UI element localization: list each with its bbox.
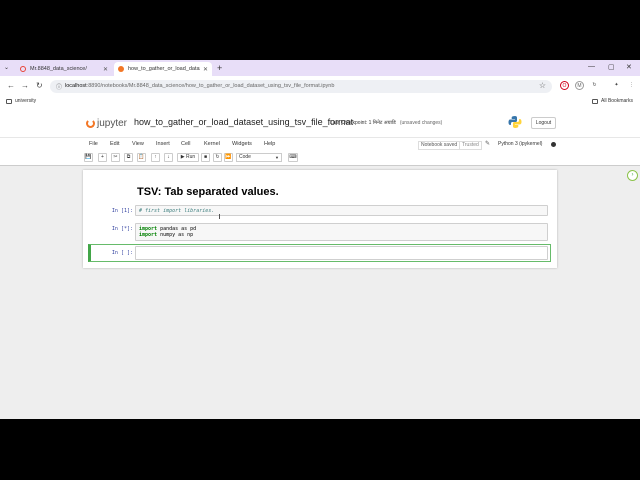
site-info-icon[interactable]: ⓘ <box>56 82 62 91</box>
run-button[interactable]: ▶ Run <box>177 153 199 162</box>
gmail-extension-icon[interactable]: M <box>575 81 584 90</box>
kernel-status-icon <box>551 142 556 147</box>
tab-title: Mr.8848_data_science/ <box>30 66 87 72</box>
logout-button[interactable]: Logout <box>531 117 556 129</box>
bookmarks-bar: university All Bookmarks <box>0 96 640 109</box>
paste-button[interactable]: 📋 <box>137 153 146 162</box>
cell-prompt: In [*]: <box>111 226 133 232</box>
code-comment: # first import libraries. <box>139 208 215 214</box>
close-icon[interactable]: ✕ <box>203 66 208 73</box>
menu-kernel[interactable]: Kernel <box>204 141 220 147</box>
forward-arrow-icon[interactable]: → <box>21 81 29 91</box>
minimize-icon[interactable]: — <box>588 63 595 70</box>
chevron-down-icon: ▼ <box>275 155 279 160</box>
menu-help[interactable]: Help <box>264 141 275 147</box>
move-down-button[interactable]: ↓ <box>164 153 173 162</box>
browser-tab-data-science[interactable]: Mr.8848_data_science/ ✕ <box>16 62 112 76</box>
window-close-icon[interactable]: ✕ <box>626 63 632 71</box>
chevron-down-icon[interactable]: ⌄ <box>4 64 9 71</box>
checkpoint-status: Last Checkpoint: 1 मिनेट अघाडि (unsaved c… <box>330 120 443 126</box>
folder-icon <box>592 98 598 104</box>
cell-type-select[interactable]: Code ▼ <box>236 153 282 162</box>
text-cursor <box>219 214 222 219</box>
menu-edit[interactable]: Edit <box>110 141 119 147</box>
pencil-icon[interactable]: ✎ <box>485 140 490 147</box>
jupyter-logo-icon <box>86 119 95 128</box>
folder-icon <box>6 98 12 104</box>
jupyter-logo[interactable]: jupyter <box>86 118 127 129</box>
all-bookmarks-button[interactable]: All Bookmarks <box>592 98 633 104</box>
menu-widgets[interactable]: Widgets <box>232 141 252 147</box>
close-icon[interactable]: ✕ <box>103 66 108 73</box>
new-tab-button[interactable]: + <box>217 62 222 74</box>
maximize-icon[interactable]: ▢ <box>608 63 615 71</box>
code-cell-2[interactable]: import pandas as pd import numpy as np <box>135 223 548 241</box>
menu-insert[interactable]: Insert <box>156 141 170 147</box>
move-up-button[interactable]: ↑ <box>151 153 160 162</box>
menu-cell[interactable]: Cell <box>181 141 190 147</box>
browser-toolbar: ← → ↻ ⓘ localhost:8890/notebooks/Mr.8848… <box>0 76 640 96</box>
bookmark-university[interactable]: university <box>6 98 36 104</box>
extensions-puzzle-icon[interactable]: ✦ <box>612 81 621 90</box>
address-bar[interactable]: ⓘ localhost:8890/notebooks/Mr.8848_data_… <box>50 80 552 93</box>
menu-view[interactable]: View <box>132 141 144 147</box>
browser-tab-notebook[interactable]: how_to_gather_or_load_datase ✕ <box>114 62 212 76</box>
notebook-name[interactable]: how_to_gather_or_load_dataset_using_tsv_… <box>134 117 353 127</box>
notebook-container: TSV: Tab separated values. In [1]: # fir… <box>83 170 557 268</box>
notebook-area: TSV: Tab separated values. In [1]: # fir… <box>0 165 640 419</box>
tab-title: how_to_gather_or_load_datase <box>128 66 200 72</box>
browser-window: ⌄ Mr.8848_data_science/ ✕ how_to_gather_… <box>0 60 640 419</box>
back-arrow-icon[interactable]: ← <box>7 81 15 91</box>
url-text: localhost:8890/notebooks/Mr.8848_data_sc… <box>65 83 335 89</box>
python-logo-icon <box>508 116 522 128</box>
keyboard-shortcuts-button[interactable]: ⌨ <box>288 153 298 162</box>
sync-extension-icon[interactable]: ↻ <box>590 81 599 90</box>
jupyter-logo-text: jupyter <box>97 118 128 129</box>
bookmark-star-icon[interactable]: ☆ <box>539 81 546 90</box>
bookmark-label: university <box>15 98 37 104</box>
cell-type-value: Code <box>239 154 251 160</box>
copy-button[interactable]: ⧉ <box>124 153 133 162</box>
save-button[interactable]: 💾 <box>84 153 93 162</box>
all-bookmarks-label: All Bookmarks <box>601 98 633 104</box>
cut-button[interactable]: ✂ <box>111 153 120 162</box>
cell-prompt: In [ ]: <box>111 250 133 256</box>
menu-bar: File Edit View Insert Cell Kernel Widget… <box>0 137 640 151</box>
notebook-toolbar: 💾 + ✂ ⧉ 📋 ↑ ↓ ▶ Run ■ ↻ ⏩ Code ▼ ⌨ <box>0 151 640 165</box>
notebook-saved-indicator: Notebook saved <box>418 141 461 150</box>
code-cell-3[interactable] <box>135 246 548 260</box>
toggle-icon[interactable]: › <box>627 170 638 181</box>
restart-run-all-button[interactable]: ⏩ <box>224 153 233 162</box>
code-cell-1[interactable]: # first import libraries. <box>135 205 548 216</box>
cell-prompt: In [1]: <box>111 208 133 214</box>
tab-strip: ⌄ Mr.8848_data_science/ ✕ how_to_gather_… <box>0 60 640 76</box>
menu-file[interactable]: File <box>89 141 98 147</box>
interrupt-button[interactable]: ■ <box>201 153 210 162</box>
jupyter-favicon-icon <box>118 66 124 72</box>
restart-button[interactable]: ↻ <box>213 153 222 162</box>
favicon-icon <box>20 66 26 72</box>
opera-extension-icon[interactable]: O <box>560 81 569 90</box>
more-menu-icon[interactable]: ⋮ <box>627 81 636 90</box>
markdown-heading[interactable]: TSV: Tab separated values. <box>137 186 279 198</box>
kernel-name[interactable]: Python 3 (ipykernel) <box>498 141 542 147</box>
jupyter-header: jupyter how_to_gather_or_load_dataset_us… <box>0 109 640 137</box>
reload-icon[interactable]: ↻ <box>36 81 43 91</box>
code-line: import numpy as np <box>139 232 194 238</box>
trusted-indicator[interactable]: Trusted <box>459 141 482 150</box>
insert-cell-button[interactable]: + <box>98 153 107 162</box>
